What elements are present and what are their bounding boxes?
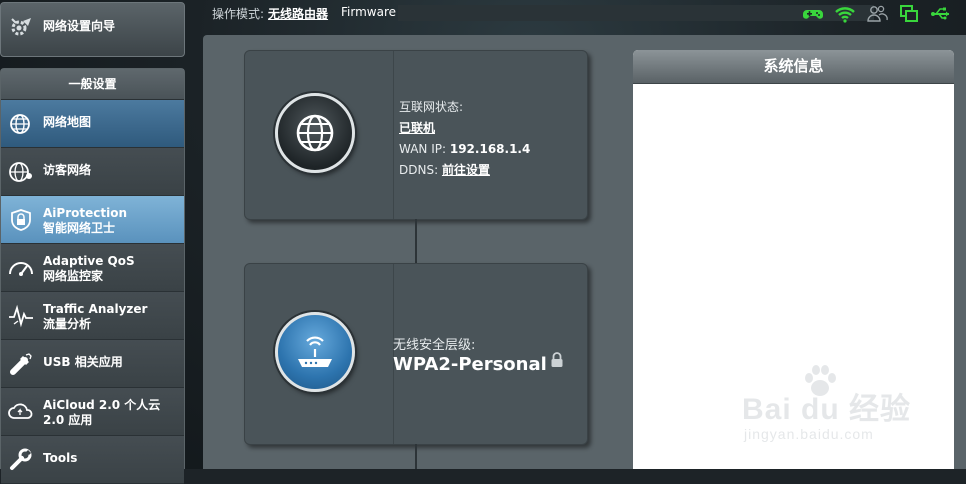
ddns-label: DDNS: [399, 163, 439, 177]
sidebar-section-title: 一般设置 [1, 69, 184, 100]
sidebar-item-label: Traffic Analyzer 流量分析 [43, 302, 147, 332]
usb-apps-icon [7, 352, 35, 376]
watermark-url: jingyan.baidu.com [744, 426, 874, 442]
operation-mode: 操作模式: 无线路由器 [212, 5, 328, 22]
sidebar-item-line2: 网络监控家 [43, 269, 104, 283]
baidu-watermark: Bai du 经验 jingyan.baidu.com [742, 364, 952, 444]
wifi-icon[interactable] [834, 4, 856, 24]
internet-globe-button[interactable] [275, 93, 355, 173]
wan-ip-label: WAN IP: [399, 142, 447, 156]
internet-globe-icon [296, 114, 334, 152]
globe-icon [7, 112, 35, 136]
sidebar-item-tools[interactable]: Tools [1, 436, 184, 484]
sidebar-item-guest-network[interactable]: 访客网络 [1, 148, 184, 196]
sidebar-item-network-map[interactable]: 网络地图 [1, 100, 184, 148]
network-connector-line-lower [415, 444, 417, 469]
sidebar: 一般设置 网络地图 访客网络 AiProtection 智能网络卫士 Adapti… [0, 68, 185, 484]
top-bar: 操作模式: 无线路由器 Firmware [200, 0, 966, 28]
sidebar-item-label: AiCloud 2.0 个人云 2.0 应用 [43, 398, 160, 428]
internet-status-label: 互联网状态: [399, 100, 464, 114]
wireless-security-value: WPA2-Personal [393, 354, 547, 375]
traffic-analyzer-icon [7, 304, 35, 328]
sidebar-item-label: Tools [43, 451, 78, 465]
sidebar-item-traffic-analyzer[interactable]: Traffic Analyzer 流量分析 [1, 292, 184, 340]
internet-info: 互联网状态: 已联机 WAN IP: 192.168.1.4 DDNS: 前往设… [399, 97, 530, 181]
wizard-label: 网络设置向导 [43, 19, 116, 33]
sidebar-item-adaptive-qos[interactable]: Adaptive QoS 网络监控家 [1, 244, 184, 292]
system-info-title: 系统信息 [633, 50, 954, 84]
guest-network-icon [7, 160, 35, 184]
cloud-icon [7, 400, 35, 424]
network-setup-wizard-button[interactable]: 网络设置向导 [0, 2, 185, 57]
sidebar-item-line2: 智能网络卫士 [43, 221, 116, 235]
wan-ip-value: 192.168.1.4 [449, 142, 531, 156]
sidebar-item-line2: 流量分析 [43, 317, 92, 331]
wrench-icon [7, 448, 35, 472]
wireless-router-card: 无线安全层级: WPA2-Personal [244, 263, 588, 445]
network-connector-line [415, 219, 417, 263]
router-icon [298, 336, 332, 367]
status-icons [802, 4, 952, 24]
usb-icon[interactable] [930, 4, 952, 24]
sidebar-item-label: USB 相关应用 [43, 355, 123, 369]
operation-mode-label: 操作模式: [212, 7, 265, 21]
operation-mode-link[interactable]: 无线路由器 [268, 7, 328, 21]
sidebar-item-aiprotection[interactable]: AiProtection 智能网络卫士 [1, 196, 184, 244]
card-divider [393, 51, 394, 219]
copy-icon[interactable] [898, 4, 920, 24]
sidebar-item-label: AiProtection 智能网络卫士 [43, 206, 127, 236]
internet-status-value[interactable]: 已联机 [399, 121, 435, 135]
speedometer-icon [7, 256, 35, 280]
sidebar-item-usb-apps[interactable]: USB 相关应用 [1, 340, 184, 388]
watermark-text: Bai du 经验 [742, 393, 912, 426]
sidebar-item-line1: Adaptive QoS [43, 254, 135, 268]
ddns-setup-link[interactable]: 前往设置 [442, 163, 490, 177]
wizard-gear-icon [9, 16, 33, 40]
sidebar-item-line1: AiCloud 2.0 个人云 [43, 398, 161, 412]
router-button[interactable] [275, 312, 355, 392]
firmware-label: Firmware [341, 5, 396, 19]
sidebar-item-label: Adaptive QoS 网络监控家 [43, 254, 135, 284]
shield-icon [7, 208, 35, 232]
internet-status-card: 互联网状态: 已联机 WAN IP: 192.168.1.4 DDNS: 前往设… [244, 50, 588, 220]
sidebar-item-line1: AiProtection [43, 206, 127, 220]
sidebar-item-label: 网络地图 [43, 115, 92, 129]
lock-icon [550, 352, 564, 368]
sidebar-item-aicloud[interactable]: AiCloud 2.0 个人云 2.0 应用 [1, 388, 184, 436]
gamepad-icon[interactable] [802, 4, 824, 24]
wireless-security-label: 无线安全层级: [393, 338, 476, 353]
sidebar-item-line1: Traffic Analyzer [43, 302, 148, 316]
sidebar-item-line2: 2.0 应用 [43, 413, 93, 427]
users-icon[interactable] [866, 4, 888, 24]
sidebar-item-label: 访客网络 [43, 163, 92, 177]
